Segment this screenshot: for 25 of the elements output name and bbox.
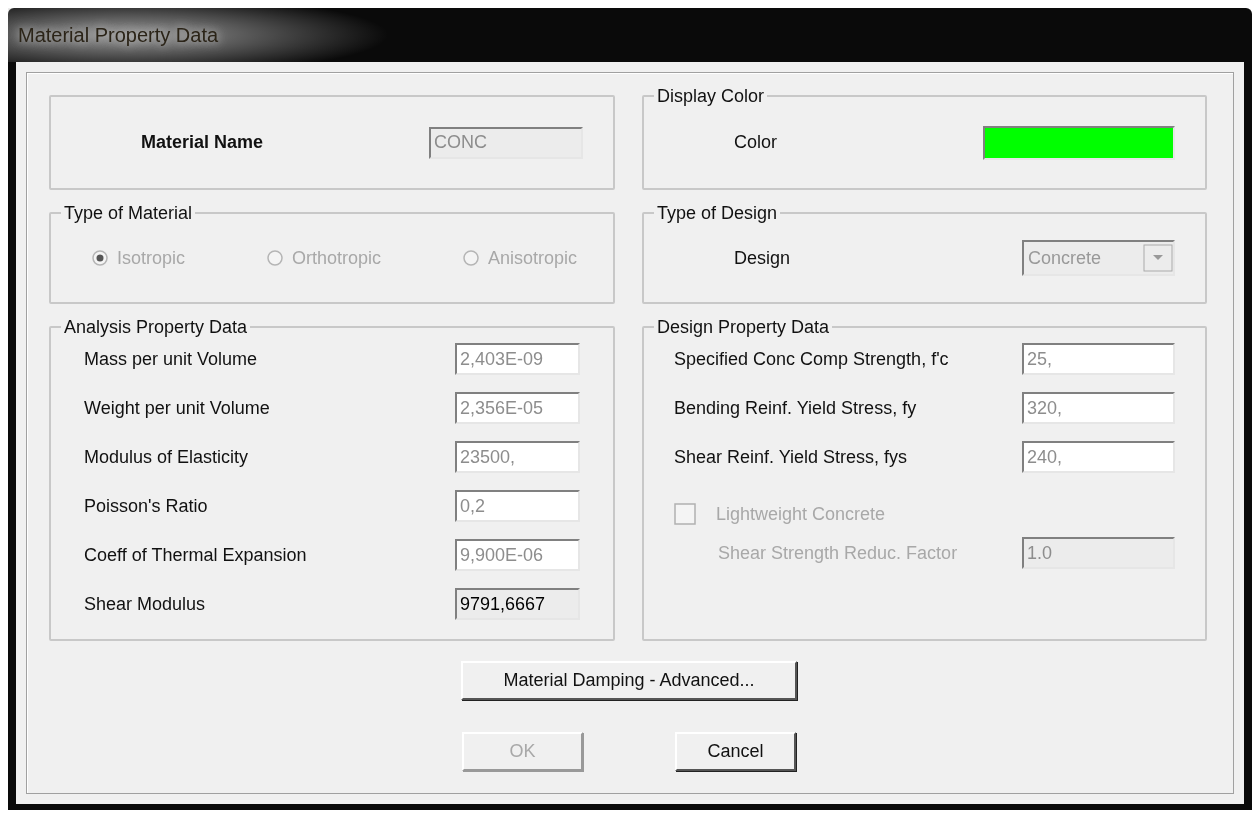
text-field[interactable]: 9791,6667 xyxy=(455,588,580,620)
field-label: Color xyxy=(734,132,777,153)
text-field[interactable]: 0,2 xyxy=(455,490,580,522)
field-label: Poisson's Ratio xyxy=(84,495,208,517)
advanced-button[interactable]: Material Damping - Advanced... xyxy=(461,661,797,700)
field-label: Mass per unit Volume xyxy=(84,348,258,370)
field-label: Shear Strength Reduc. Factor xyxy=(717,542,958,564)
field-label: Shear Modulus xyxy=(84,593,206,615)
color-swatch[interactable] xyxy=(983,125,1175,160)
field-label: Modulus of Elasticity xyxy=(84,446,249,468)
text-field[interactable]: 320, xyxy=(1022,392,1175,424)
field-label: Weight per unit Volume xyxy=(84,397,270,419)
field-label: Shear Reinf. Yield Stress, fys xyxy=(674,446,908,468)
text-field[interactable]: 240, xyxy=(1022,441,1175,473)
text-field[interactable]: 25, xyxy=(1022,343,1175,375)
dialog-button[interactable]: Cancel xyxy=(675,732,796,771)
field-label: Coeff of Thermal Expansion xyxy=(84,544,307,566)
text-field[interactable]: 2,356E-05 xyxy=(455,392,580,424)
text-field[interactable]: 23500, xyxy=(455,441,580,473)
field-label: Specified Conc Comp Strength, f'c xyxy=(674,348,949,370)
field-label: Material Name xyxy=(141,132,264,153)
field-label: Bending Reinf. Yield Stress, fy xyxy=(674,397,917,419)
text-field[interactable]: 2,403E-09 xyxy=(455,343,580,375)
field-label: Design xyxy=(734,247,791,269)
text-field[interactable]: 9,900E-06 xyxy=(455,539,580,571)
